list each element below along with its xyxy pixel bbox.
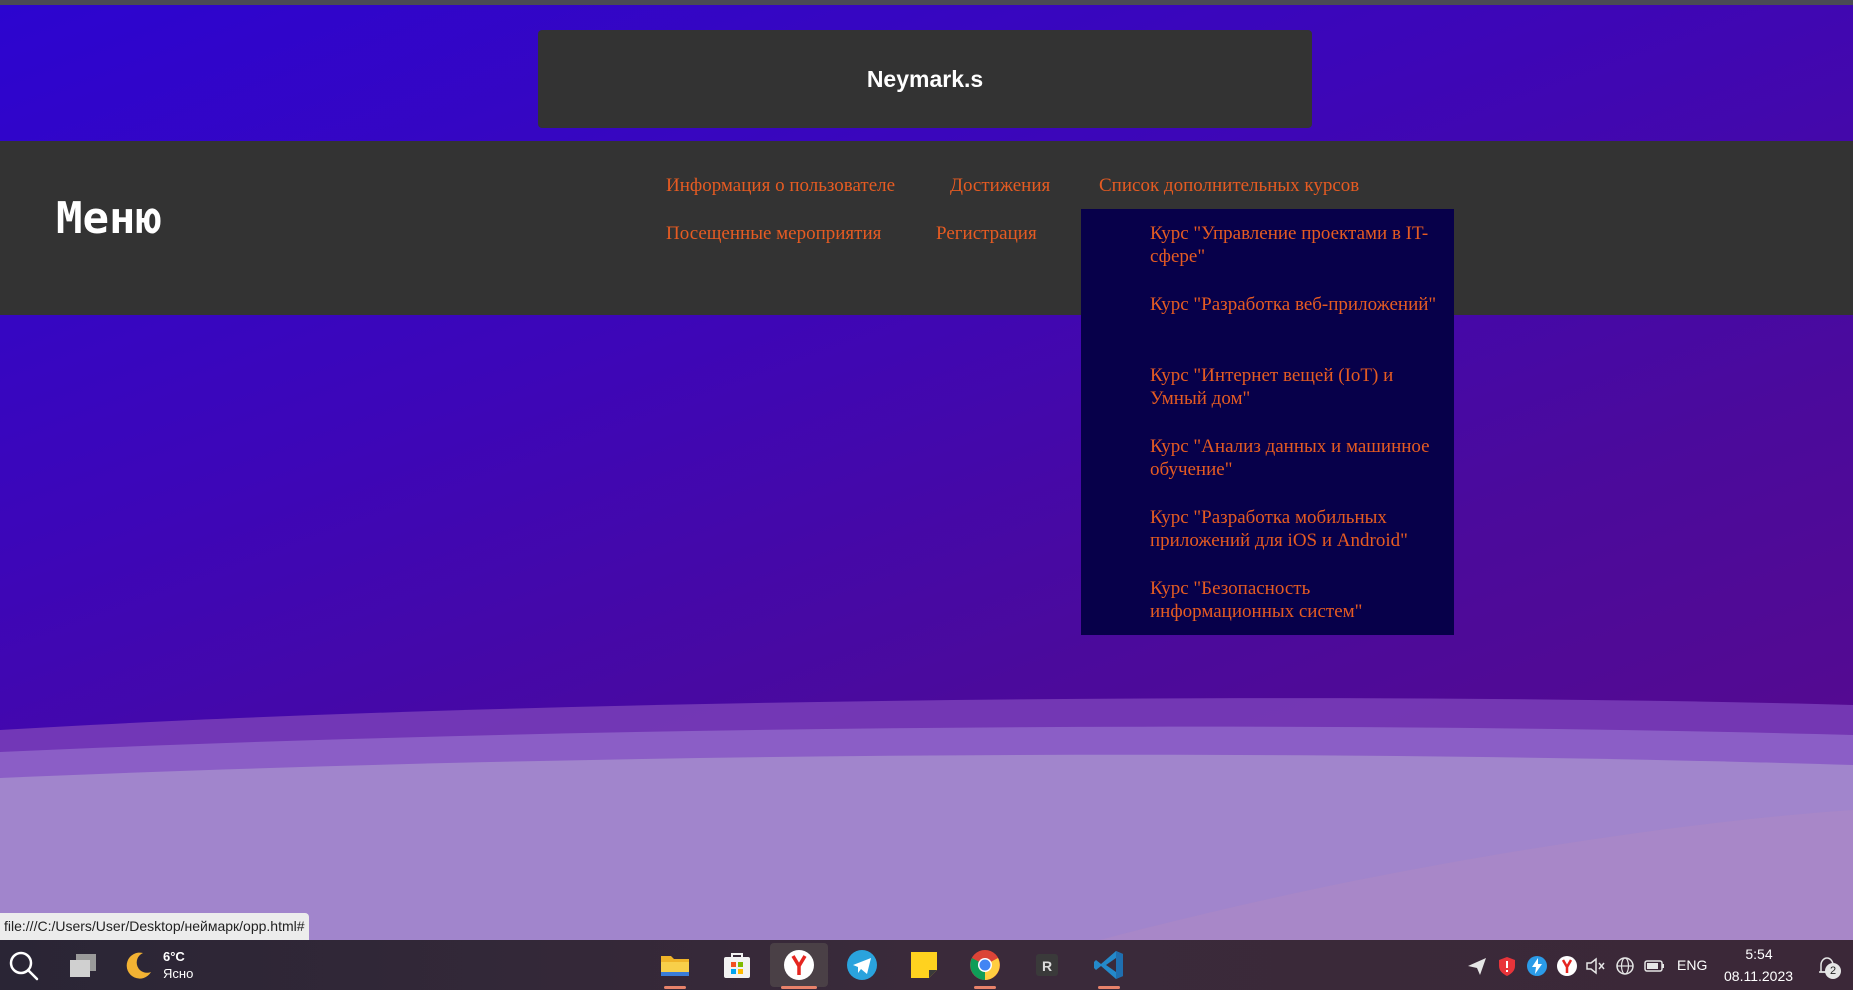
dropdown-item-course[interactable]: Курс "Интернет вещей (IoT) и Умный дом" (1150, 364, 1440, 410)
task-view-icon[interactable] (66, 948, 100, 982)
nav-link-user-info[interactable]: Информация о пользователе (666, 175, 895, 197)
menu-title: Меню (56, 193, 162, 244)
store-icon[interactable] (720, 948, 754, 982)
lightning-icon[interactable] (1526, 955, 1548, 977)
app-indicator (974, 986, 996, 989)
dropdown-item-course[interactable]: Курс "Разработка мобильных приложений дл… (1150, 506, 1440, 552)
svg-text:R: R (1042, 958, 1052, 974)
notification-count-badge[interactable]: 2 (1825, 963, 1841, 979)
nav-link-extra-courses[interactable]: Список дополнительных курсов (1099, 175, 1359, 197)
weather-condition[interactable]: Ясно (163, 966, 193, 981)
site-header: Neymark.s (538, 30, 1312, 128)
chrome-icon[interactable] (968, 948, 1002, 982)
nav-link-events[interactable]: Посещенные мероприятия (666, 223, 881, 245)
moon-icon[interactable] (121, 948, 155, 982)
nav-link-registration[interactable]: Регистрация (936, 223, 1037, 245)
app-indicator (1098, 986, 1120, 989)
site-title: Neymark.s (866, 65, 984, 92)
network-globe-icon[interactable] (1614, 955, 1636, 977)
status-bar-url: file:///C:/Users/User/Desktop/неймарк/op… (0, 913, 309, 940)
nav-link-achievements[interactable]: Достижения (950, 175, 1050, 197)
weather-temp[interactable]: 6°C (163, 949, 185, 964)
app-indicator (781, 986, 817, 989)
app-indicator (664, 986, 686, 989)
dropdown-item-course[interactable]: Курс "Безопасность информационных систем… (1150, 577, 1440, 623)
top-strip (0, 0, 1853, 5)
yandex-browser-icon[interactable] (782, 948, 816, 982)
dropdown-item-course[interactable]: Курс "Анализ данных и машинное обучение" (1150, 435, 1440, 481)
file-explorer-icon[interactable] (658, 948, 692, 982)
clock-date[interactable]: 08.11.2023 (1724, 968, 1793, 984)
vscode-icon[interactable] (1092, 948, 1126, 982)
dropdown-item-course[interactable]: Курс "Разработка веб-приложений" (1150, 293, 1440, 316)
clock-time[interactable]: 5:54 (1744, 946, 1774, 962)
volume-muted-icon[interactable] (1584, 955, 1606, 977)
search-icon[interactable] (6, 948, 40, 982)
battery-icon[interactable] (1643, 955, 1667, 977)
dropdown-item-course[interactable]: Курс "Управление проектами в IT-сфере" (1150, 222, 1440, 268)
decorative-waves (0, 698, 1853, 940)
courses-dropdown: Курс "Управление проектами в IT-сфере" К… (1081, 209, 1454, 635)
yandex-tray-icon[interactable] (1556, 955, 1578, 977)
telegram-icon[interactable] (845, 948, 879, 982)
menu-bar: Меню Информация о пользователе Достижени… (0, 141, 1853, 315)
security-shield-icon[interactable] (1496, 955, 1518, 977)
sticky-notes-icon[interactable] (907, 948, 941, 982)
send-icon[interactable] (1466, 955, 1488, 977)
language-indicator[interactable]: ENG (1677, 957, 1707, 973)
r-app-icon[interactable]: R (1030, 948, 1064, 982)
